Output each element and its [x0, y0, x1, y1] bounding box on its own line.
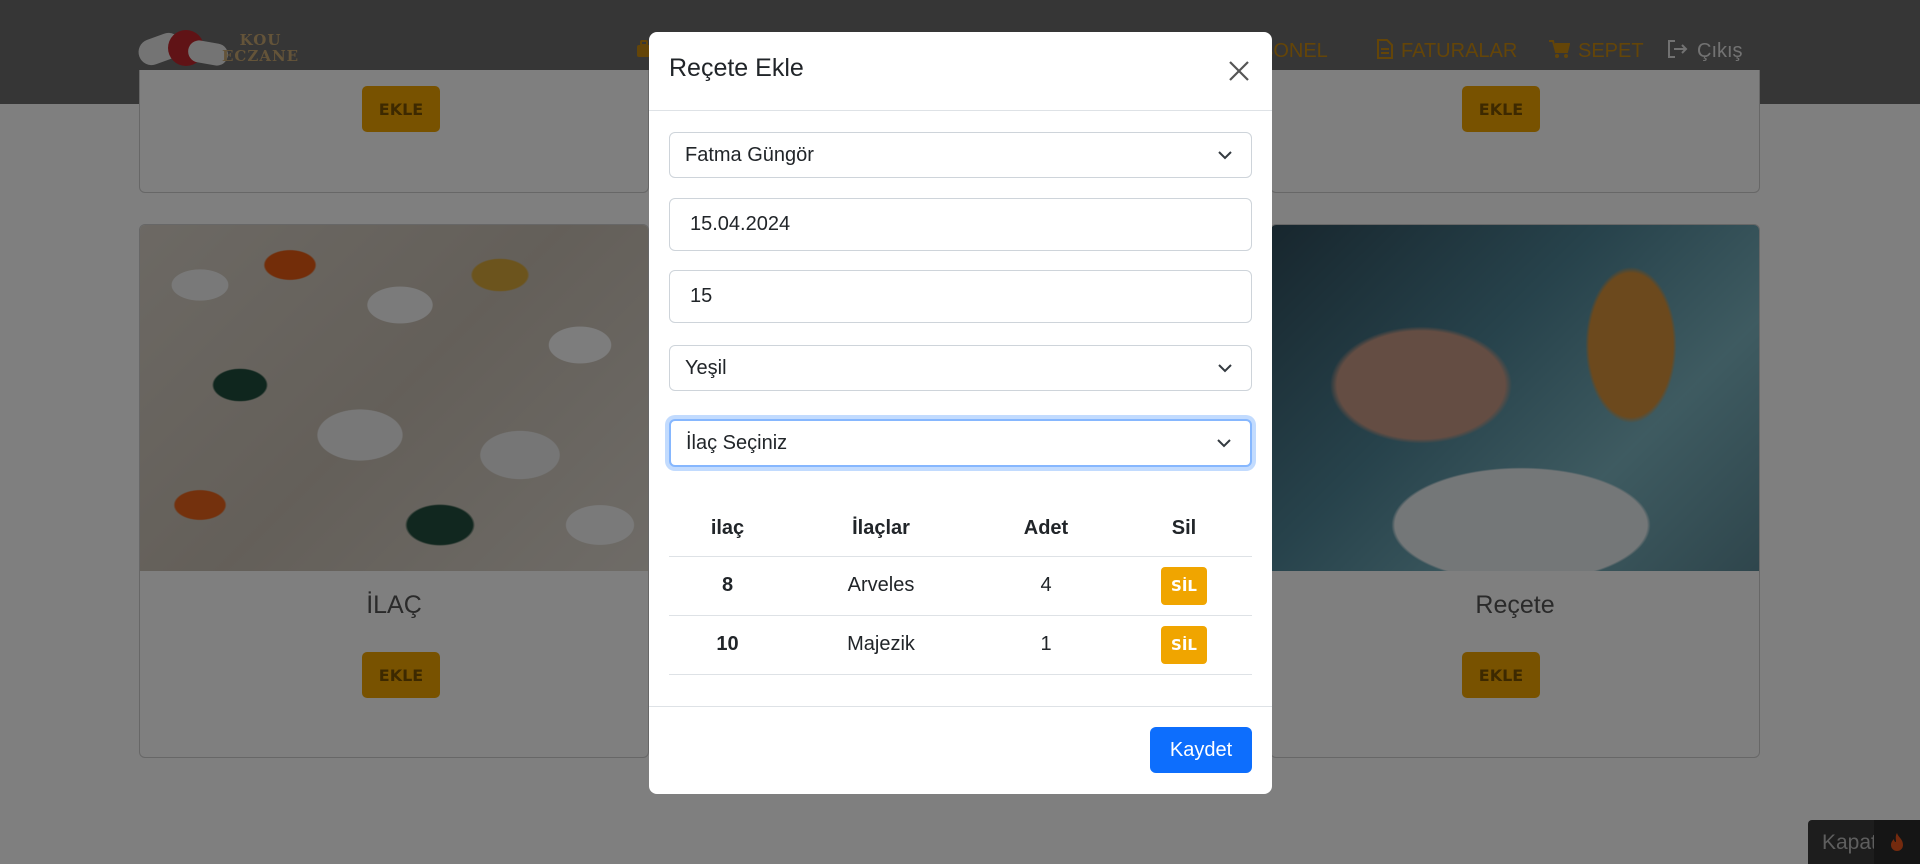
quantity-input[interactable]: 15	[669, 270, 1252, 323]
delete-button[interactable]: SİL	[1161, 566, 1207, 605]
drug-select-value: İlaç Seçiniz	[686, 431, 788, 454]
prescription-color-value: Yeşil	[685, 356, 727, 379]
prescription-drug-table: ilaç İlaçlar Adet Sil 8 Arveles 4 SİL 10…	[669, 502, 1252, 675]
table-row: 8 Arveles 4 SİL	[669, 556, 1252, 616]
drug-id: 10	[669, 615, 786, 675]
prescription-color-select[interactable]: Yeşil	[669, 345, 1252, 391]
chevron-down-icon	[1218, 364, 1232, 373]
drug-select[interactable]: İlaç Seçiniz	[669, 419, 1252, 467]
date-input-value: 15.04.2024	[690, 213, 791, 235]
delete-button[interactable]: SİL	[1161, 625, 1207, 664]
save-button[interactable]: Kaydet	[1150, 727, 1252, 773]
date-input[interactable]: 15.04.2024	[669, 198, 1252, 251]
delete-cell: SİL	[1116, 556, 1252, 616]
drug-id: 8	[669, 556, 786, 616]
patient-select-value: Fatma Güngör	[685, 143, 814, 166]
chevron-down-icon	[1217, 439, 1231, 448]
modal-title: Reçete Ekle	[669, 54, 804, 82]
table-row: 10 Majezik 1 SİL	[669, 615, 1252, 675]
chevron-down-icon	[1218, 151, 1232, 160]
drug-name: Majezik	[786, 615, 976, 675]
column-header-id: ilaç	[669, 502, 786, 557]
drug-count: 4	[976, 556, 1116, 616]
modal-header: Reçete Ekle	[649, 32, 1272, 111]
delete-cell: SİL	[1116, 615, 1252, 675]
table-header-row: ilaç İlaçlar Adet Sil	[669, 502, 1252, 557]
close-icon[interactable]	[1224, 56, 1254, 86]
add-prescription-modal: Reçete Ekle Fatma Güngör 15.04.2024 15 Y…	[649, 32, 1272, 794]
quantity-input-value: 15	[690, 285, 713, 307]
column-header-count: Adet	[976, 502, 1116, 557]
column-header-delete: Sil	[1116, 502, 1252, 557]
drug-count: 1	[976, 615, 1116, 675]
drug-name: Arveles	[786, 556, 976, 616]
column-header-drugs: İlaçlar	[786, 502, 976, 557]
patient-select[interactable]: Fatma Güngör	[669, 132, 1252, 178]
modal-footer: Kaydet	[649, 706, 1272, 794]
